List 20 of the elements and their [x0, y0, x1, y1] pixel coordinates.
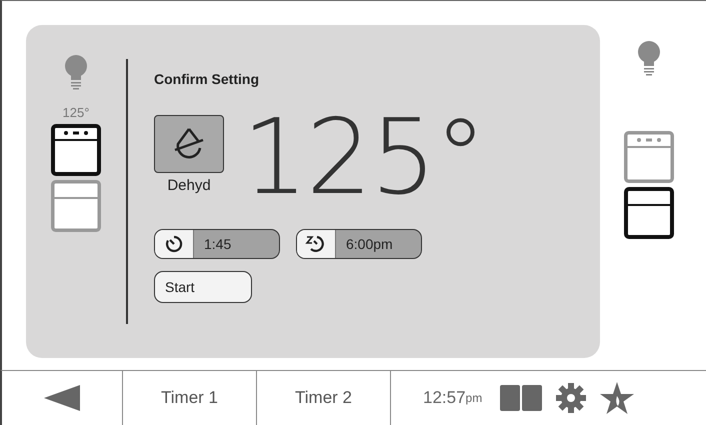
cook-timer-button[interactable]: 1:45	[154, 229, 280, 259]
timer-tab[interactable]: Timer 2	[257, 371, 391, 425]
oven-icon[interactable]	[51, 124, 101, 176]
mode-label: Dehyd	[167, 177, 211, 194]
start-button[interactable]: Start	[154, 271, 252, 303]
delay-timer-icon	[305, 234, 327, 254]
dehydrate-mode-tile[interactable]	[154, 115, 224, 173]
oven-temperature: 125°	[62, 105, 90, 120]
star-icon[interactable]	[600, 382, 634, 414]
temperature-display: 125°	[242, 105, 485, 209]
clock-time: 12:57	[423, 388, 466, 408]
settings-icon[interactable]	[556, 383, 586, 413]
light-bulb-icon[interactable]	[637, 41, 661, 77]
split-view-icon[interactable]	[500, 385, 542, 411]
delay-timer-button[interactable]: 6:00pm	[296, 229, 422, 259]
back-arrow-icon	[44, 385, 80, 411]
clock-period: pm	[466, 391, 482, 405]
timer-icon	[164, 234, 184, 254]
timer-tab[interactable]: Timer 1	[123, 371, 257, 425]
dialog-title: Confirm Setting	[154, 71, 260, 87]
